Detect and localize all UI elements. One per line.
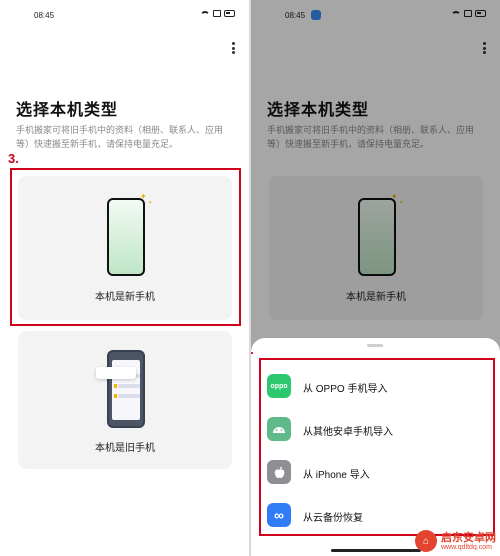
page-description: 手机搬家可将旧手机中的资料（相册、联系人、应用等）快速搬至新手机，请保持电量充足… [16,125,224,149]
watermark-name: 启东安卓网 [441,531,496,544]
page-title: 选择本机类型 [16,102,119,119]
more-options-icon[interactable] [231,42,235,54]
status-icons [200,10,235,17]
status-bar: 08:45 [0,0,249,30]
sheet-handle[interactable] [367,344,383,347]
battery-icon [224,10,235,17]
status-time: 08:45 [34,11,55,20]
transfer-popup-icon [96,367,136,379]
watermark-url: www.qdltdq.com [441,543,492,551]
old-phone-card[interactable]: 本机是旧手机 [18,331,232,469]
old-phone-label: 本机是旧手机 [95,443,155,454]
old-phone-icon [107,350,145,428]
annotation-step4: 4. [251,342,254,357]
right-screen: 08:45 选择本机类型 手机搬家可将旧手机中的资料（相册、联系人、应用等）快速… [251,0,500,556]
annotation-box-step4 [259,358,495,536]
watermark: ⌂ 启东安卓网 www.qdltdq.com [415,530,496,552]
watermark-logo-icon: ⌂ [415,530,437,552]
left-screen: 08:45 选择本机类型 手机搬家可将旧手机中的资料（相册、联系人、应用等）快速… [0,0,249,556]
annotation-step3: 3. [8,151,19,166]
wifi-icon [200,10,210,17]
nfc-icon [213,10,221,17]
annotation-box-step3 [10,168,241,326]
home-indicator[interactable] [331,549,421,552]
